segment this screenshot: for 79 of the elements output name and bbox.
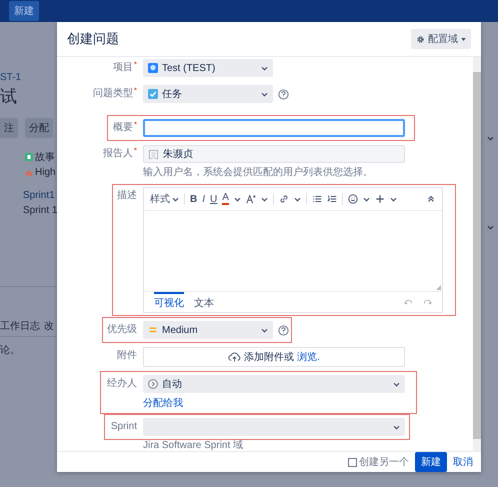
- text-editor[interactable]: 样式 B I U A 可视化 文本: [143, 187, 443, 313]
- attachment-dropzone[interactable]: 添加附件或 浏览.: [143, 347, 405, 367]
- caret-icon: [362, 196, 370, 202]
- field-label: Sprint: [110, 420, 138, 434]
- underline-button[interactable]: U: [210, 194, 218, 204]
- create-button[interactable]: 新建: [9, 1, 39, 21]
- checkbox-icon: [148, 89, 158, 99]
- select-field[interactable]: 自动: [143, 375, 405, 393]
- attachment-prompt: 添加附件或: [244, 350, 294, 364]
- field-label: 优先级: [106, 322, 138, 337]
- gear-icon: [416, 34, 425, 44]
- page-tab[interactable]: 工作日志: [0, 319, 40, 333]
- upload-icon: [228, 352, 242, 362]
- issue-type: 故事: [35, 150, 55, 164]
- caret-icon: [393, 424, 400, 430]
- italic-button[interactable]: I: [202, 194, 206, 204]
- page-tab[interactable]: 改: [44, 319, 54, 333]
- caret-icon: [390, 196, 397, 202]
- assign-to-me-link[interactable]: 分配给我: [143, 396, 183, 410]
- configure-fields-button[interactable]: 配置域: [411, 29, 471, 49]
- browse-link[interactable]: 浏览.: [297, 350, 320, 364]
- action-button[interactable]: 分配: [25, 118, 53, 138]
- resize-handle[interactable]: [436, 285, 441, 290]
- comment-text: 论。: [0, 344, 21, 357]
- help-icon[interactable]: [278, 88, 289, 100]
- collapse-icon[interactable]: [426, 194, 436, 204]
- sprint-tag[interactable]: Sprint1: [23, 190, 55, 201]
- field-hint: Jira Software Sprint 域: [143, 439, 244, 451]
- caret-icon: [234, 196, 241, 202]
- sprint-text: Sprint 1: [23, 205, 57, 216]
- select-field[interactable]: Medium: [143, 321, 273, 339]
- text-color-button[interactable]: A: [222, 193, 229, 205]
- create-button[interactable]: 新建: [415, 452, 447, 472]
- caret-icon: [261, 66, 268, 70]
- bold-button[interactable]: B: [190, 194, 198, 204]
- issue-priority: High: [35, 167, 56, 178]
- field-label: 报告人*: [102, 145, 138, 161]
- scrollbar[interactable]: [473, 57, 481, 451]
- select-field[interactable]: 任务: [143, 85, 273, 103]
- chevron-icon[interactable]: [487, 225, 494, 230]
- editor-mode-tab[interactable]: 文本: [194, 292, 214, 312]
- caret-icon: [172, 196, 179, 202]
- select-field[interactable]: [143, 418, 405, 436]
- field-label: 描述: [116, 188, 138, 203]
- issue-title: 试: [0, 86, 18, 108]
- action-button[interactable]: 注: [0, 118, 18, 138]
- chevron-icon[interactable]: [487, 136, 494, 141]
- priority-icon: [25, 168, 33, 176]
- checkbox-label: 创建另一个: [359, 456, 409, 469]
- numbered-list-icon[interactable]: [326, 194, 337, 204]
- editor-mode-tab[interactable]: 可视化: [154, 292, 184, 312]
- field-label: 问题类型*: [92, 85, 138, 101]
- project-icon: [148, 63, 158, 73]
- story-icon: [25, 153, 33, 161]
- user-field[interactable]: 朱濒贞: [143, 145, 405, 163]
- bullet-list-icon[interactable]: [312, 194, 322, 204]
- plus-icon[interactable]: [374, 194, 385, 204]
- dialog-title: 创建问题: [67, 30, 119, 48]
- field-hint: 输入用户名，系统会提供匹配的用户列表供您选择。: [143, 166, 374, 179]
- field-label: 经办人: [106, 376, 138, 391]
- caret-icon: [461, 38, 466, 40]
- checkbox[interactable]: [348, 458, 357, 466]
- help-icon[interactable]: [278, 324, 289, 336]
- field-label: 项目*: [112, 59, 138, 75]
- field-label: 附件: [116, 349, 138, 363]
- cancel-link[interactable]: 取消: [453, 455, 473, 469]
- caret-icon: [393, 382, 400, 386]
- summary-field[interactable]: [143, 119, 405, 137]
- style-menu[interactable]: 样式: [150, 192, 179, 206]
- select-field[interactable]: Test (TEST): [143, 59, 273, 77]
- caret-icon: [294, 196, 301, 202]
- caret-icon: [261, 328, 268, 332]
- link-icon[interactable]: [278, 194, 289, 204]
- field-label: 概要*: [112, 119, 138, 135]
- text-format-icon[interactable]: [246, 194, 256, 204]
- emoji-icon[interactable]: [348, 194, 358, 204]
- priority-icon: [148, 325, 158, 335]
- caret-icon: [261, 92, 268, 96]
- caret-icon: [260, 196, 268, 202]
